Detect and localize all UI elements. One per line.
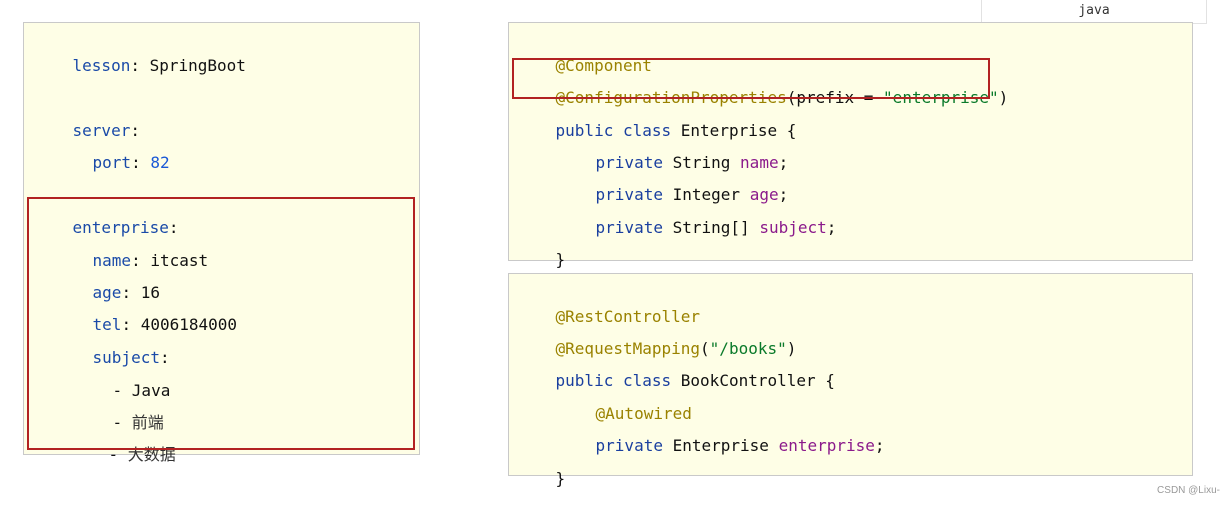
code-line-autowired: @Autowired bbox=[595, 404, 692, 423]
yaml-line-name: name: itcast bbox=[92, 251, 209, 270]
code-line-field-subject: private String[] subject; bbox=[595, 218, 837, 237]
code-line-field-name: private String name; bbox=[595, 153, 789, 172]
code-line-field-age: private Integer age; bbox=[595, 185, 789, 204]
yaml-line-age: age: 16 bbox=[92, 283, 160, 302]
code-line-request-mapping: @RequestMapping("/books") bbox=[555, 339, 797, 358]
code-line-component: @Component bbox=[555, 56, 652, 75]
code-line-rest-controller: @RestController bbox=[555, 307, 701, 326]
enterprise-class-panel: @Component @ConfigurationProperties(pref… bbox=[508, 22, 1193, 269]
yaml-list-item: - Java bbox=[112, 381, 171, 400]
yaml-line-server: server: bbox=[72, 121, 140, 140]
yaml-line-enterprise: enterprise: bbox=[72, 218, 179, 237]
code-line-config-properties: @ConfigurationProperties(prefix = "enter… bbox=[555, 88, 1009, 107]
controller-class-panel: @RestController @RequestMapping("/books"… bbox=[508, 273, 1193, 488]
yaml-line-subject: subject: bbox=[92, 348, 170, 367]
yaml-line-tel: tel: 4006184000 bbox=[92, 315, 238, 334]
watermark: CSDN @Lixu- bbox=[1157, 485, 1220, 496]
code-line-field-enterprise: private Enterprise enterprise; bbox=[595, 436, 885, 455]
yaml-list-item: - 大数据 bbox=[108, 445, 176, 464]
language-tab[interactable]: java bbox=[981, 0, 1207, 24]
code-line-close: } bbox=[555, 469, 566, 488]
code-line-close: } bbox=[555, 250, 566, 269]
yaml-list-item: - 前端 bbox=[112, 413, 164, 432]
yaml-line-port: port: 82 bbox=[92, 153, 170, 172]
code-line-class-decl: public class Enterprise { bbox=[555, 121, 797, 140]
yaml-code-panel: lesson: SpringBoot server: port: 82 ente… bbox=[23, 22, 420, 464]
code-line-class-decl: public class BookController { bbox=[555, 371, 835, 390]
yaml-line-lesson: lesson: SpringBoot bbox=[72, 56, 246, 75]
